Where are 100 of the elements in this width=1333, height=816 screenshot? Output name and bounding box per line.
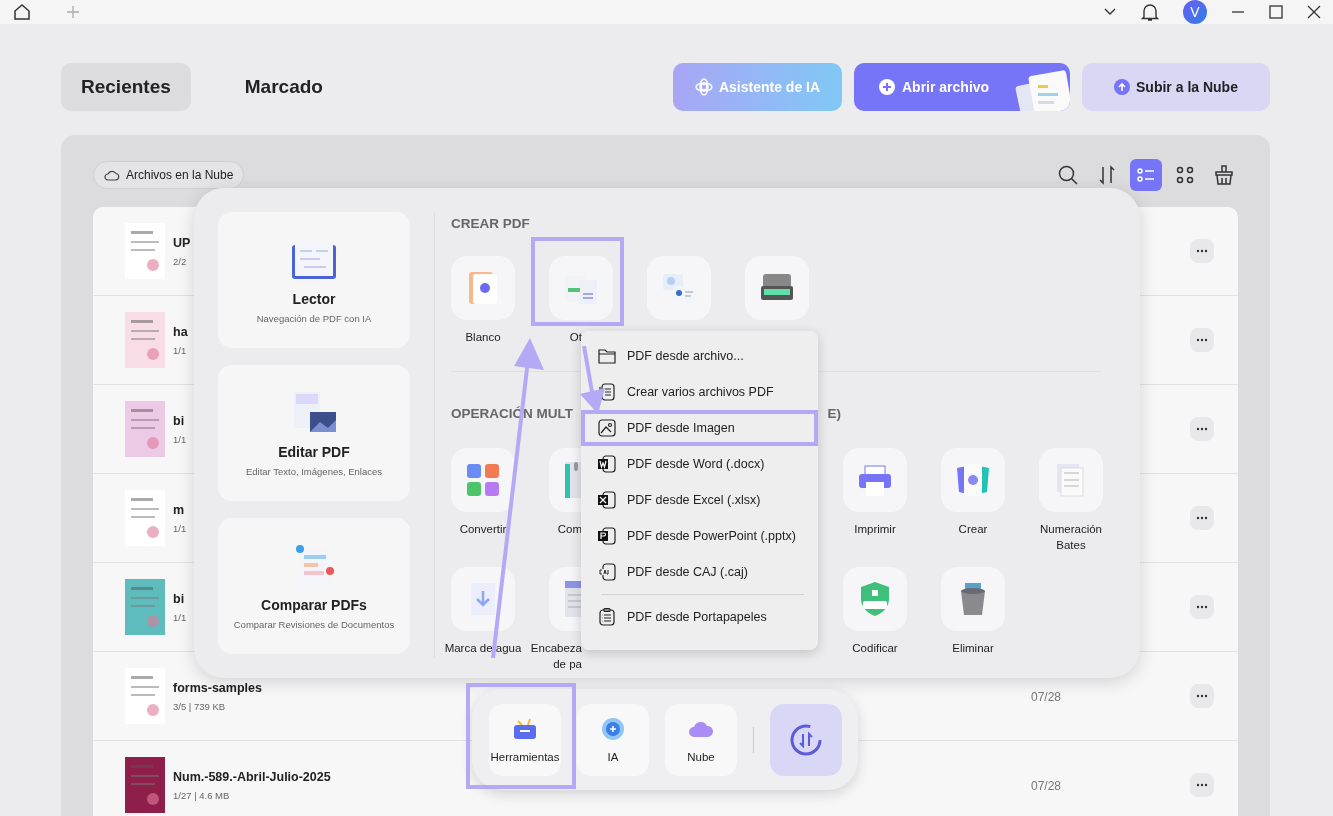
tool-label: Codificar xyxy=(851,641,899,657)
more-icon xyxy=(1196,516,1208,520)
upload-cloud-button[interactable]: Subir a la Nube xyxy=(1082,63,1270,111)
more-icon xyxy=(1196,427,1208,431)
menu-item-label: PDF desde CAJ (.caj) xyxy=(627,565,748,579)
ai-icon xyxy=(600,716,626,741)
menu-item[interactable]: PDF desde archivo... xyxy=(581,338,818,374)
menu-item-label: PDF desde archivo... xyxy=(627,349,744,363)
file-date: 07/28 xyxy=(1031,690,1062,704)
more-button[interactable] xyxy=(1190,328,1214,352)
clipboard-icon xyxy=(597,607,617,627)
file-meta: 1/1 xyxy=(173,611,187,623)
tool-tile[interactable] xyxy=(941,567,1005,632)
tool-card[interactable]: Lector Navegación de PDF con IA xyxy=(218,212,410,348)
more-icon xyxy=(1196,605,1208,609)
home-icon[interactable] xyxy=(12,2,32,22)
tool-tile[interactable] xyxy=(843,567,907,632)
menu-item-label: PDF desde Excel (.xlsx) xyxy=(627,493,761,507)
menu-item-label: PDF desde Imagen xyxy=(627,421,735,435)
tool-label: Numeración Bates xyxy=(1039,522,1103,553)
menu-item[interactable]: Crear varios archivos PDF xyxy=(581,374,818,410)
more-icon xyxy=(1196,338,1208,342)
file-date: 07/28 xyxy=(1031,779,1062,793)
documents-icon xyxy=(1014,69,1070,111)
tool-card[interactable]: Comparar PDFs Comparar Revisiones de Documentos xyxy=(218,518,410,654)
tool-tile[interactable] xyxy=(1039,448,1103,513)
file-name: UP xyxy=(173,235,191,250)
menu-item-label: PDF desde Portapapeles xyxy=(627,610,767,624)
tab[interactable]: Marcado xyxy=(224,63,343,111)
folder-icon xyxy=(597,346,617,366)
file-meta: 3/5 | 739 KB xyxy=(173,700,226,712)
more-button[interactable] xyxy=(1190,417,1214,441)
plus-circle-icon xyxy=(878,78,896,96)
atom-icon xyxy=(694,78,713,96)
tool-card[interactable]: Editar PDF Editar Texto, Imágenes, Enlaces xyxy=(218,365,410,501)
maximize-icon[interactable] xyxy=(1269,5,1283,19)
menu-item[interactable]: PDF desde Imagen xyxy=(581,410,818,446)
image-icon xyxy=(597,418,617,438)
file-meta: 2/2 xyxy=(173,255,187,267)
tool-tile[interactable] xyxy=(941,448,1005,513)
tool-tile[interactable] xyxy=(843,448,907,513)
file-type-icon xyxy=(597,562,617,582)
tool-label: Ot xyxy=(568,329,582,345)
file-meta: 1/1 xyxy=(173,344,187,356)
tool-label: Crear xyxy=(957,522,989,538)
menu-item[interactable]: PDF desde Portapapeles xyxy=(581,599,818,635)
tool-label: Imprimir xyxy=(853,522,897,538)
file-type-icon xyxy=(597,490,617,510)
dock-item[interactable]: IA xyxy=(577,703,649,776)
close-icon[interactable] xyxy=(1307,5,1321,19)
tool-label: Encabeza de pa xyxy=(529,641,582,672)
file-name: ha xyxy=(173,324,188,339)
upload-icon xyxy=(1114,79,1131,95)
more-button[interactable] xyxy=(1190,239,1214,263)
clean-icon xyxy=(1213,164,1235,186)
tool-icon[interactable] xyxy=(745,255,809,320)
cloud-icon xyxy=(104,169,120,181)
tool-tile[interactable] xyxy=(451,567,515,632)
file-name: bi xyxy=(173,591,185,606)
plus-icon[interactable] xyxy=(66,5,80,19)
file-name: forms-samples xyxy=(173,680,262,695)
file-name: m xyxy=(173,502,185,517)
tool-tile[interactable] xyxy=(451,448,515,513)
file-name: bi xyxy=(173,413,185,428)
more-icon xyxy=(1196,783,1208,787)
dock-item[interactable]: Nube xyxy=(665,703,737,776)
more-icon xyxy=(1196,249,1208,253)
more-icon xyxy=(1196,694,1208,698)
section-heading: E) xyxy=(827,405,841,424)
tool-tile[interactable] xyxy=(451,255,515,320)
file-type-icon xyxy=(597,526,617,546)
menu-item[interactable]: PDF desde Excel (.xlsx) xyxy=(581,482,818,518)
menu-item[interactable]: PDF desde Word (.docx) xyxy=(581,446,818,482)
menu-item[interactable]: PDF desde CAJ (.caj) xyxy=(581,554,818,590)
tab[interactable]: Recientes xyxy=(61,63,191,111)
more-button[interactable] xyxy=(1190,773,1214,797)
file-name: Num.-589.-Abril-Julio-2025 xyxy=(173,769,331,784)
tool-label: Eliminar xyxy=(951,641,995,657)
menu-item-label: PDF desde PowerPoint (.pptx) xyxy=(627,529,796,543)
menu-item[interactable]: PDF desde PowerPoint (.pptx) xyxy=(581,518,818,554)
file-type-icon xyxy=(597,454,617,474)
tool-tile[interactable] xyxy=(549,255,613,320)
file-meta: 1/27 | 4.6 MB xyxy=(173,789,230,801)
chevron-down-icon[interactable] xyxy=(1103,7,1117,17)
cloud-files-filter[interactable]: Archivos en la Nube xyxy=(93,161,245,189)
bell-icon[interactable] xyxy=(1141,2,1159,22)
menu-item-label: Crear varios archivos PDF xyxy=(627,385,774,399)
file-meta: 1/1 xyxy=(173,433,187,445)
tool-label: Com xyxy=(556,522,582,538)
sync-button[interactable] xyxy=(770,703,842,776)
file-meta: 1/1 xyxy=(173,522,187,534)
more-button[interactable] xyxy=(1190,684,1214,708)
open-file-button[interactable]: Abrir archivo xyxy=(854,63,1070,111)
more-button[interactable] xyxy=(1190,595,1214,619)
dock-item[interactable]: Herramientas xyxy=(489,703,561,776)
tool-label: Convertir xyxy=(458,522,508,538)
search-icon xyxy=(1057,164,1079,186)
more-button[interactable] xyxy=(1190,506,1214,530)
list-view-button[interactable] xyxy=(1130,159,1162,191)
user-avatar[interactable]: V xyxy=(1183,0,1207,24)
